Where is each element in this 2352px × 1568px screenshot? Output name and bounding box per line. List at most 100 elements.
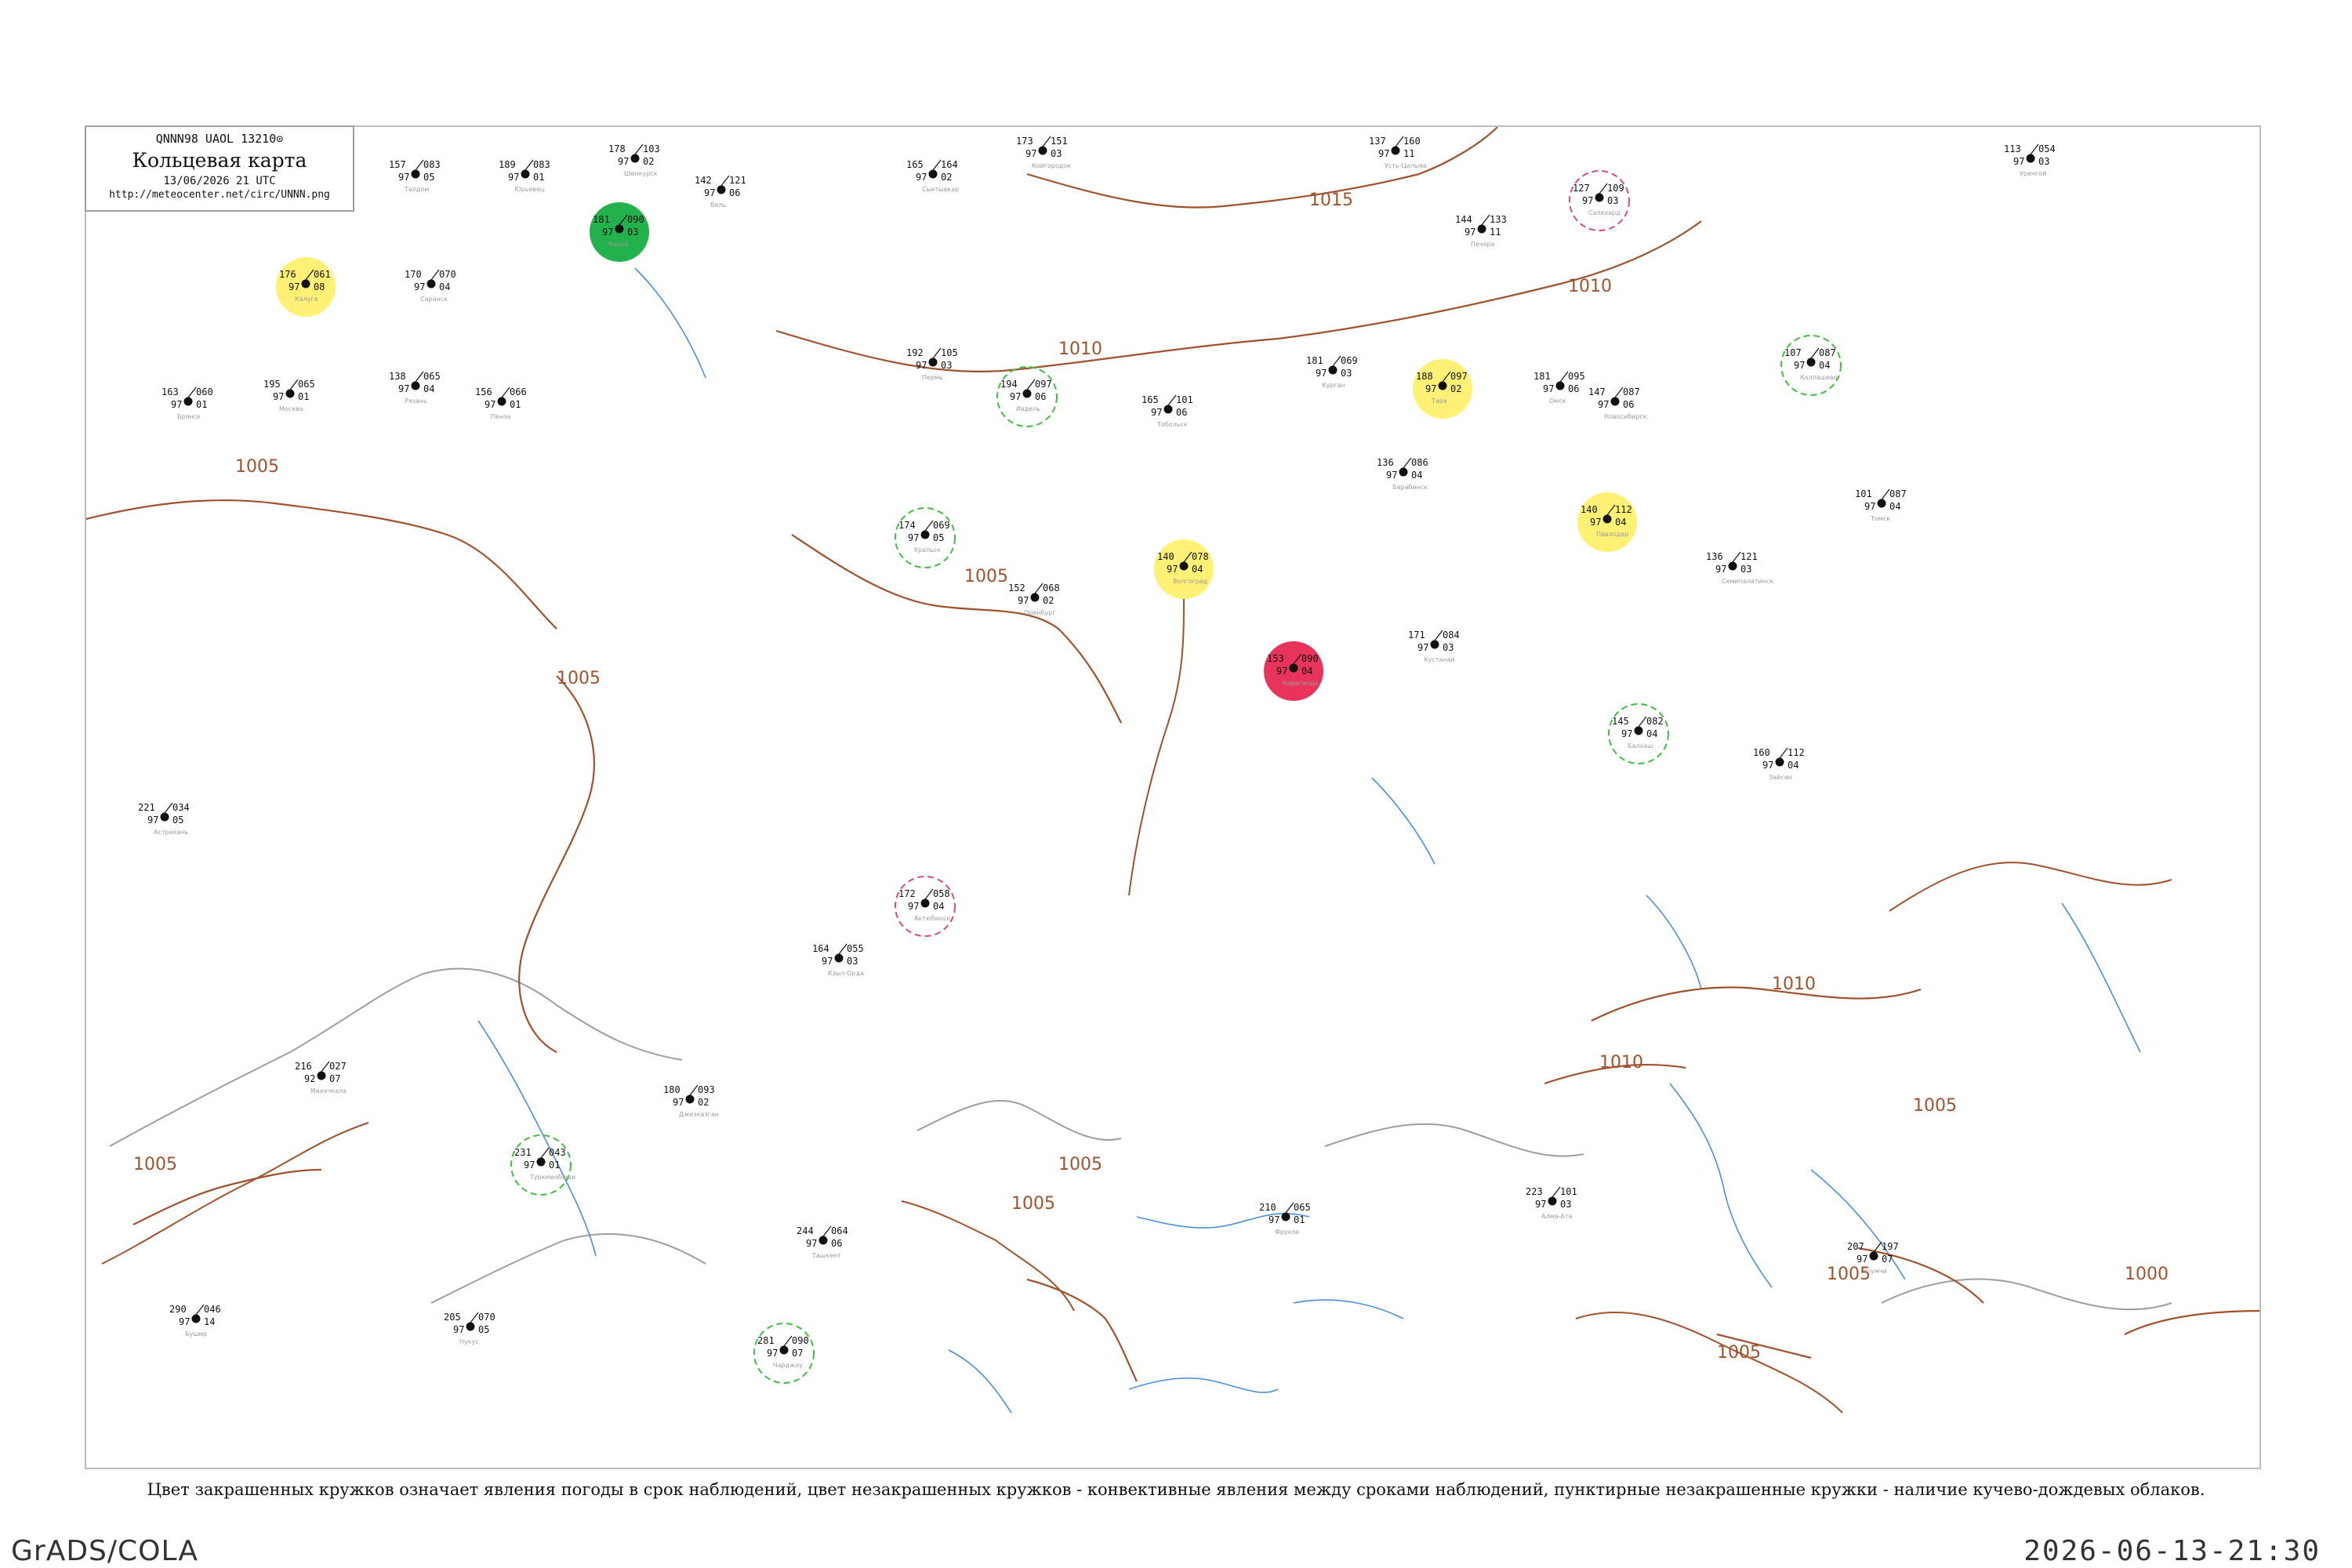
weather-station[interactable]: 156 066 97 01Пенза [475, 387, 527, 420]
cloud-cover-icon [1869, 1251, 1878, 1261]
weather-station[interactable]: 165 164 97 02 Сыктывкар [906, 159, 959, 193]
weather-station[interactable]: 170 070 97 04 Саранск [405, 269, 456, 303]
weather-station[interactable]: 153 090 97 04 Караганда [1264, 641, 1323, 701]
station-tendency: 01 [298, 391, 309, 402]
weather-station[interactable]: 173 151 97 03 Койгородок [1016, 136, 1071, 169]
isobar-label: 1005 [1011, 1194, 1055, 1214]
weather-station[interactable]: 210 065 97 01 Фрунзе [1259, 1202, 1311, 1236]
wind-barb-icon [1779, 747, 1788, 759]
weather-station[interactable]: 171 084 97 03 Кустанай [1408, 630, 1460, 663]
wind-barb-icon [689, 1084, 699, 1096]
station-tendency: 01 [196, 399, 207, 410]
weather-station[interactable]: 223 101 97 03 Алма-Ата [1526, 1186, 1577, 1220]
station-cloud-code: 97 [485, 399, 495, 410]
weather-station[interactable]: 136 121 97 03 Семипалатинск [1706, 551, 1773, 585]
station-temperature: 027 [329, 1061, 347, 1072]
cloud-cover-icon [1548, 1196, 1557, 1206]
weather-station[interactable]: 113 054 97 03 Уренгой [2004, 143, 2056, 177]
legend-url[interactable]: http://meteocenter.net/circ/UNNN.png [86, 189, 353, 201]
weather-station[interactable]: 174 069 97 05 Уральск [895, 507, 956, 568]
weather-station[interactable]: 192 105 97 03 Пермь [906, 347, 958, 381]
weather-station[interactable]: 216 027 92 07 Махачкала [295, 1061, 347, 1094]
weather-station[interactable]: 194 097 97 06 Ивдель [996, 366, 1058, 427]
weather-station[interactable]: 101 087 97 04 Томск [1855, 488, 1907, 522]
weather-station[interactable]: 147 087 97 06 Новосибирск [1588, 387, 1647, 420]
weather-station[interactable]: 163 060 97 01 Брянск [162, 387, 213, 420]
weather-station[interactable]: 189 083 97 01 Юрьевец [499, 159, 550, 193]
station-pressure: 181 [1534, 371, 1551, 382]
station-tendency: 04 [439, 281, 450, 292]
station-name: Балхаш [1628, 742, 1653, 750]
station-pressure: 172 [898, 888, 916, 899]
weather-station[interactable]: 205 070 97 05 Нукус [444, 1312, 495, 1345]
station-tendency: 06 [729, 187, 740, 198]
station-cloud-code: 97 [179, 1316, 190, 1327]
station-temperature: 084 [1443, 630, 1460, 641]
weather-station[interactable]: 164 055 97 03 Кзыл-Орда [812, 943, 864, 977]
weather-station[interactable]: 165 101 97 06 Тобольск [1142, 394, 1193, 428]
cloud-cover-icon [317, 1071, 326, 1080]
cloud-cover-icon [1022, 389, 1032, 398]
cloud-cover-icon [615, 224, 624, 234]
weather-station[interactable]: 136 086 97 04 Барабинск [1377, 457, 1428, 491]
weather-map[interactable]: 1015 1010 1010 1010 1010 1005 1005 1005 1005 1005… [85, 125, 2261, 1469]
weather-station[interactable]: 244 064 97 06 Ташкент [797, 1225, 848, 1259]
weather-station[interactable]: 176 061 97 08 Калуга [276, 257, 336, 317]
cloud-cover-icon [1438, 381, 1447, 390]
station-pressure: 194 [1000, 379, 1018, 390]
weather-station[interactable]: 188 097 97 02Тара [1413, 359, 1472, 419]
weather-station[interactable]: 142 121 97 06Вель [695, 175, 746, 209]
weather-station[interactable]: 180 093 97 02 Джезказган [663, 1084, 719, 1118]
cloud-cover-icon [920, 530, 930, 539]
station-temperature: 164 [941, 159, 958, 170]
station-tendency: 02 [1450, 383, 1461, 394]
weather-station[interactable]: 140 078 97 04 Волгоград [1154, 539, 1214, 599]
weather-station[interactable]: 281 090 97 07 Чарджоу [753, 1323, 815, 1384]
station-tendency: 06 [1623, 399, 1634, 410]
weather-station[interactable]: 221 034 97 05 Астрахань [138, 802, 190, 836]
weather-station[interactable]: 181 095 97 06Омск [1534, 371, 1585, 405]
cloud-cover-icon [497, 397, 506, 406]
weather-station[interactable]: 127 109 97 03 Салехард [1569, 170, 1630, 231]
station-pressure: 178 [608, 143, 626, 154]
weather-station[interactable]: 160 112 97 04 Зайсан [1753, 747, 1805, 781]
footer-timestamp: 2026-06-13-21:30 [2024, 1535, 2321, 1567]
station-tendency: 14 [204, 1316, 215, 1327]
weather-station[interactable]: 178 103 97 02 Шенкурск [608, 143, 660, 177]
wind-barb-icon [822, 1225, 832, 1237]
station-pressure: 188 [1416, 371, 1433, 382]
weather-station[interactable]: 195 065 97 01 Москва [263, 379, 315, 412]
weather-station[interactable]: 145 082 97 04 Балхаш [1608, 703, 1669, 764]
weather-station[interactable]: 181 069 97 03 Курган [1306, 355, 1358, 389]
station-cloud-code: 97 [1857, 1254, 1867, 1265]
station-name: Бушир [185, 1330, 207, 1338]
weather-station[interactable]: 107 087 97 04 Колпашево [1780, 335, 1842, 396]
cloud-cover-icon [1602, 514, 1612, 524]
weather-station[interactable]: 140 112 97 04 Павлодар [1577, 492, 1637, 552]
cloud-cover-icon [1289, 663, 1298, 673]
stations-layer: 157 083 97 05 Талдом 189 083 97 01 Юрьевец 178 103 9… [122, 136, 2056, 1384]
station-cloud-code: 97 [453, 1324, 464, 1335]
station-pressure: 147 [1588, 387, 1606, 397]
map-caption: Цвет закрашенных кружков означает явлени… [147, 1480, 2205, 1499]
weather-station[interactable]: 181 090 97 03 Киров [590, 202, 649, 262]
weather-station[interactable]: 138 065 97 04 Рязань [389, 371, 441, 405]
station-temperature: 070 [478, 1312, 495, 1323]
station-name: Уральск [914, 546, 941, 554]
weather-station[interactable]: 172 058 97 04 Актюбинск [895, 876, 956, 937]
station-pressure: 174 [898, 520, 916, 531]
weather-station[interactable]: 231 043 97 01 Туркменбаши [510, 1134, 575, 1196]
station-cloud-code: 97 [1151, 407, 1162, 418]
station-name: Рязань [405, 397, 427, 405]
station-pressure: 164 [812, 943, 829, 954]
weather-station[interactable]: 152 068 97 02 Оренбург [1008, 583, 1060, 616]
weather-station[interactable]: 157 083 97 05 Талдом [389, 159, 441, 193]
weather-station[interactable]: 137 160 97 11 Усть-Цильма [1369, 136, 1427, 169]
weather-station[interactable]: 144 133 97 11 Печора [1455, 214, 1507, 248]
isobar-label: 1015 [1309, 191, 1353, 210]
station-name: Саранск [420, 296, 448, 303]
cloud-cover-icon [779, 1345, 789, 1355]
station-name: Оренбург [1024, 609, 1055, 616]
station-pressure: 231 [514, 1147, 532, 1158]
weather-station[interactable]: 290 046 97 14 Бушир [169, 1304, 221, 1338]
